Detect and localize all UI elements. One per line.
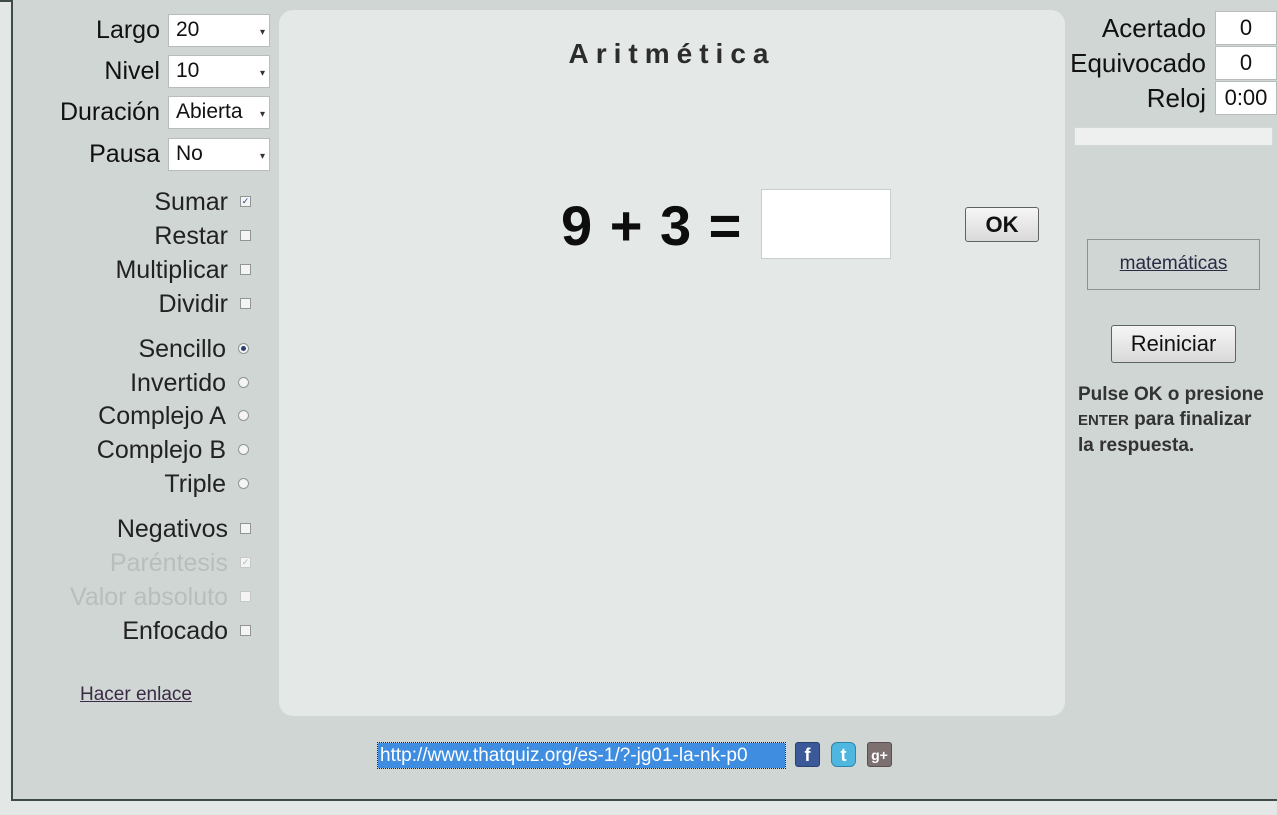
make-link-link[interactable]: Hacer enlace: [80, 684, 192, 706]
chevron-down-icon: ▾: [259, 68, 265, 79]
option-negatives-label: Negativos: [116, 515, 228, 543]
format-simple[interactable]: Sencillo: [0, 335, 264, 365]
subtract-checkbox[interactable]: [240, 230, 251, 241]
complex-a-radio[interactable]: [238, 410, 249, 421]
chevron-down-icon: ▾: [259, 27, 265, 38]
option-subtract[interactable]: Restar: [0, 222, 264, 252]
math-problem: 9 + 3 =: [561, 194, 743, 257]
add-checkbox[interactable]: ✓: [240, 196, 251, 207]
share-url[interactable]: http://www.thatquiz.org/es-1/?-jg01-la-n…: [377, 742, 786, 769]
length-select-value: 20: [176, 18, 200, 41]
setting-level-label: Nivel: [104, 57, 160, 85]
google-plus-icon[interactable]: g+: [867, 742, 892, 767]
option-focused-label: Enfocado: [122, 617, 228, 645]
wrong-label: Equivocado: [1070, 48, 1206, 78]
level-select[interactable]: 10 ▾: [168, 55, 270, 88]
format-triple[interactable]: Triple: [0, 470, 264, 500]
instruction-text: Pulse OK o presione ENTER para finalizar…: [1078, 382, 1268, 458]
option-subtract-label: Restar: [154, 222, 228, 250]
progress-bar: [1074, 127, 1273, 146]
wrong-count: 0: [1215, 46, 1277, 80]
correct-count: 0: [1215, 11, 1277, 45]
option-multiply[interactable]: Multiplicar: [0, 256, 264, 286]
option-focused[interactable]: Enfocado: [0, 617, 264, 647]
setting-pause-label: Pausa: [89, 140, 160, 168]
format-complex-a[interactable]: Complejo A: [0, 402, 264, 432]
correct-label: Acertado: [1101, 13, 1206, 43]
option-negatives[interactable]: Negativos: [0, 515, 264, 545]
format-inverted[interactable]: Invertido: [0, 369, 264, 399]
chevron-down-icon: ▾: [259, 109, 265, 120]
format-simple-label: Sencillo: [138, 335, 226, 363]
duration-select-value: Abierta: [176, 100, 243, 123]
option-add-label: Sumar: [154, 188, 228, 216]
reset-button[interactable]: Reiniciar: [1111, 325, 1236, 363]
format-complex-b-label: Complejo B: [96, 436, 226, 464]
pause-select-value: No: [176, 142, 203, 165]
option-absolute-value: Valor absoluto: [0, 583, 264, 613]
instruction-part1: Pulse OK o presione: [1078, 384, 1264, 405]
level-select-value: 10: [176, 59, 200, 82]
answer-input[interactable]: [761, 189, 891, 259]
complex-b-radio[interactable]: [238, 444, 249, 455]
absolute-value-checkbox: [240, 591, 251, 602]
focused-checkbox[interactable]: [240, 625, 251, 636]
clock-value: 0:00: [1215, 81, 1277, 115]
option-add[interactable]: Sumar ✓: [0, 188, 264, 218]
option-absolute-value-label: Valor absoluto: [70, 583, 228, 611]
inverted-radio[interactable]: [238, 377, 249, 388]
option-parentheses-label: Paréntesis: [109, 549, 228, 577]
setting-level: Nivel 10 ▾: [0, 55, 272, 89]
divide-checkbox[interactable]: [240, 298, 251, 309]
setting-duration-label: Duración: [59, 98, 160, 126]
option-divide-label: Dividir: [158, 290, 228, 318]
quiz-title: Aritmética: [568, 38, 776, 69]
enter-key-label: ENTER: [1078, 412, 1129, 429]
format-complex-b[interactable]: Complejo B: [0, 436, 264, 466]
math-link[interactable]: matemáticas: [1087, 239, 1260, 290]
length-select[interactable]: 20 ▾: [168, 14, 270, 47]
format-triple-label: Triple: [164, 470, 226, 498]
duration-select[interactable]: Abierta ▾: [168, 96, 270, 129]
setting-pause: Pausa No ▾: [0, 138, 272, 172]
ok-button[interactable]: OK: [965, 207, 1039, 242]
option-divide[interactable]: Dividir: [0, 290, 264, 320]
setting-duration: Duración Abierta ▾: [0, 96, 272, 130]
triple-radio[interactable]: [238, 478, 249, 489]
twitter-icon[interactable]: t: [831, 742, 856, 767]
option-multiply-label: Multiplicar: [115, 256, 228, 284]
clock-label: Reloj: [1146, 83, 1206, 113]
option-parentheses: Paréntesis ✓: [0, 549, 264, 579]
format-inverted-label: Invertido: [130, 369, 226, 397]
chevron-down-icon: ▾: [259, 151, 265, 162]
negatives-checkbox[interactable]: [240, 523, 251, 534]
quiz-panel: Aritmética 9 + 3 = OK: [279, 10, 1065, 716]
multiply-checkbox[interactable]: [240, 264, 251, 275]
pause-select[interactable]: No ▾: [168, 138, 270, 171]
parentheses-checkbox: ✓: [240, 557, 251, 568]
setting-length: Largo 20 ▾: [0, 14, 272, 48]
simple-radio[interactable]: [238, 343, 249, 354]
setting-length-label: Largo: [96, 16, 160, 44]
format-complex-a-label: Complejo A: [98, 402, 226, 430]
facebook-icon[interactable]: f: [795, 742, 820, 767]
